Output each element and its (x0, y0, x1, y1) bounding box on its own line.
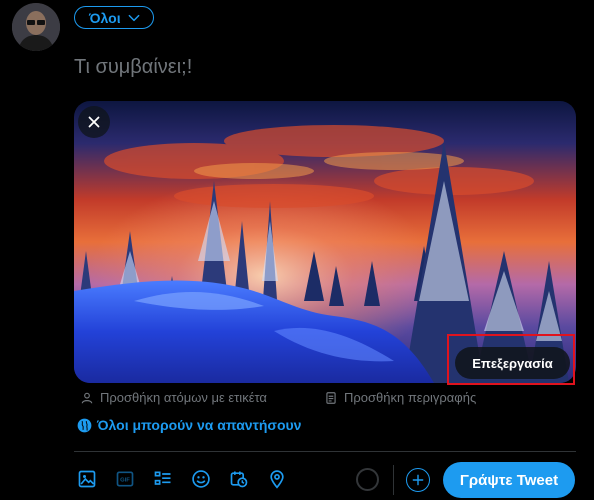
compose-toolbar: GIF (70, 462, 294, 496)
toolbar-separator (393, 465, 394, 495)
emoji-button[interactable] (184, 462, 218, 496)
edit-media-button[interactable]: Επεξεργασία (455, 347, 570, 379)
avatar[interactable] (12, 3, 60, 51)
compose-input[interactable]: Τι συμβαίνει;! (74, 56, 192, 79)
globe-icon (77, 418, 92, 432)
add-description-link[interactable]: Προσθήκη περιγραφής (324, 390, 476, 405)
add-tweet-button[interactable] (406, 468, 430, 492)
character-counter (356, 468, 379, 491)
poll-button[interactable] (146, 462, 180, 496)
image-button[interactable] (70, 462, 104, 496)
audience-selector[interactable]: Όλοι (74, 6, 154, 29)
image-icon (78, 470, 96, 488)
schedule-icon (230, 471, 248, 488)
reply-setting-button[interactable]: Όλοι μπορούν να απαντήσουν (77, 417, 301, 433)
document-icon (326, 391, 336, 404)
location-button[interactable] (260, 462, 294, 496)
gif-text: GIF (120, 478, 130, 484)
gif-button[interactable]: GIF (108, 462, 142, 496)
poll-icon (154, 471, 171, 485)
add-description-label: Προσθήκη περιγραφής (344, 390, 477, 405)
chevron-down-icon (128, 14, 140, 21)
reply-setting-label: Όλοι μπορούν να απαντήσουν (97, 417, 302, 433)
tag-people-link[interactable]: Προσθήκη ατόμων με ετικέτα (80, 390, 267, 405)
tweet-button[interactable]: Γράψτε Tweet (443, 462, 575, 498)
tag-people-label: Προσθήκη ατόμων με ετικέτα (100, 390, 267, 405)
divider (74, 451, 576, 452)
gif-icon: GIF (116, 471, 134, 487)
audience-label: Όλοι (89, 9, 121, 26)
schedule-button[interactable] (222, 462, 256, 496)
remove-media-button[interactable] (78, 106, 110, 138)
close-icon (88, 116, 100, 128)
plus-icon (412, 474, 424, 486)
location-icon (270, 470, 284, 489)
person-icon (81, 392, 93, 403)
emoji-icon (192, 470, 210, 488)
